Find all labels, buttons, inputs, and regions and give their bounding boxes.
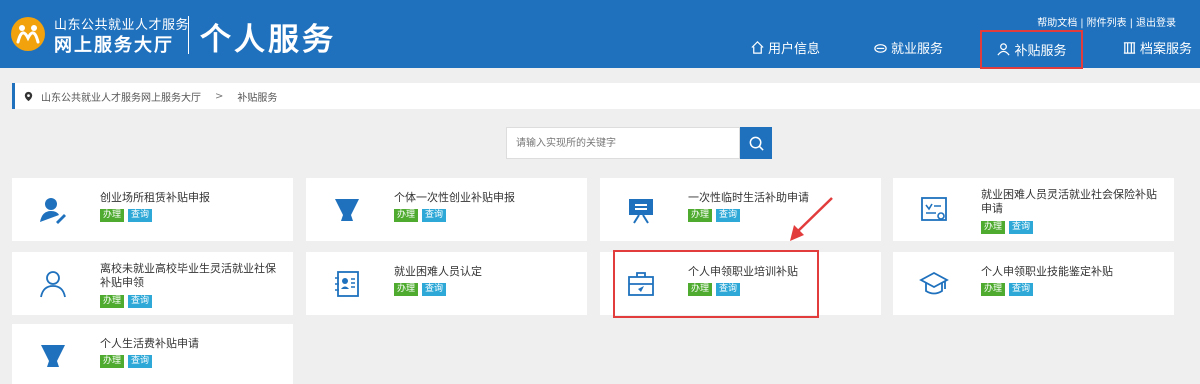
cone-icon [335,199,359,221]
search-icon [749,136,764,151]
card-title: 就业困难人员灵活就业社会保险补贴申请 [981,188,1157,215]
handle-button[interactable]: 办理 [688,209,713,222]
card-living-allowance[interactable]: 个人生活费补贴申请 办理 查询 [12,324,293,384]
certificate-icon [921,197,947,221]
user-edit-icon [40,198,66,224]
help-link[interactable]: 帮助文档 [1037,18,1077,29]
nav-user-info-label: 用户信息 [768,41,821,57]
query-button[interactable]: 查询 [422,209,447,222]
card-title: 就业困难人员认定 [394,265,482,278]
nav-archive[interactable]: 档案服务 [1122,34,1192,60]
card-title: 个人申领职业技能鉴定补贴 [981,265,1113,278]
nav-user-info[interactable]: 用户信息 [750,34,820,60]
archive-icon [1123,41,1136,54]
breadcrumb-home[interactable]: 山东公共就业人才服务网上服务大厅 [41,89,201,104]
id-card-icon [335,271,359,297]
card-flexible-employment-insurance-subsidy[interactable]: 就业困难人员灵活就业社会保险补贴申请 办理 查询 [893,178,1174,241]
nav-subsidy-label: 补贴服务 [1014,44,1067,59]
query-button[interactable]: 查询 [1009,283,1034,296]
query-button[interactable]: 查询 [716,209,741,222]
breadcrumb-current: 补贴服务 [237,92,278,104]
handle-button[interactable]: 办理 [981,283,1006,296]
handle-button[interactable]: 办理 [394,209,419,222]
card-title: 一次性临时生活补助申请 [688,191,809,204]
query-button[interactable]: 查询 [128,295,153,308]
card-temporary-living-aid[interactable]: 一次性临时生活补助申请 办理 查询 [600,178,881,241]
search-button[interactable] [740,127,772,159]
logo-icon [11,17,45,51]
brand-divider [188,16,189,54]
card-venue-rent-subsidy[interactable]: 创业场所租赁补贴申报 办理 查询 [12,178,293,241]
card-title: 创业场所租赁补贴申报 [100,191,210,204]
board-icon [629,199,653,224]
search-bar [506,127,772,159]
query-button[interactable]: 查询 [128,355,153,368]
attachments-link[interactable]: 附件列表 [1087,18,1127,29]
card-skill-appraisal-subsidy[interactable]: 个人申领职业技能鉴定补贴 办理 查询 [893,252,1174,315]
graduation-cap-icon [919,271,949,295]
home-icon [751,40,764,54]
handle-button[interactable]: 办理 [100,209,125,222]
location-pin-icon [24,91,33,101]
cone-icon [41,345,65,367]
handle-button[interactable]: 办理 [100,355,125,368]
query-button[interactable]: 查询 [1009,221,1034,234]
page-title: 个人服务 [200,22,336,58]
card-title: 离校未就业高校毕业生灵活就业社保补贴申领 [100,262,276,289]
card-title: 个体一次性创业补贴申报 [394,191,515,204]
query-button[interactable]: 查询 [422,283,447,296]
highlight-box [613,250,819,318]
people-icon [997,43,1011,56]
cloud-icon [874,43,887,53]
top-links: 帮助文档 | 附件列表 | 退出登录 [1037,18,1176,29]
card-graduate-insurance-subsidy[interactable]: 离校未就业高校毕业生灵活就业社保补贴申领 办理 查询 [12,252,293,315]
handle-button[interactable]: 办理 [100,295,125,308]
card-hardship-recognition[interactable]: 就业困难人员认定 办理 查询 [306,252,587,315]
query-button[interactable]: 查询 [128,209,153,222]
person-icon [40,271,66,298]
card-one-time-startup-subsidy[interactable]: 个体一次性创业补贴申报 办理 查询 [306,178,587,241]
nav-subsidy[interactable]: 补贴服务 [980,30,1083,69]
search-input[interactable] [506,127,740,159]
breadcrumb: 山东公共就业人才服务网上服务大厅 > 补贴服务 [12,83,1200,109]
nav-employment-label: 就业服务 [891,41,944,57]
nav-archive-label: 档案服务 [1140,41,1193,57]
brand-name: 网上服务大厅 [54,35,174,56]
card-title: 个人生活费补贴申请 [100,337,199,350]
handle-button[interactable]: 办理 [981,221,1006,234]
nav-employment[interactable]: 就业服务 [873,34,943,60]
handle-button[interactable]: 办理 [394,283,419,296]
annotation-arrow-icon [790,197,833,241]
logout-link[interactable]: 退出登录 [1136,18,1176,29]
header: 山东公共就业人才服务 网上服务大厅 个人服务 帮助文档 | 附件列表 | 退出登录 用户… [0,0,1200,69]
breadcrumb-separator: > [215,90,224,102]
